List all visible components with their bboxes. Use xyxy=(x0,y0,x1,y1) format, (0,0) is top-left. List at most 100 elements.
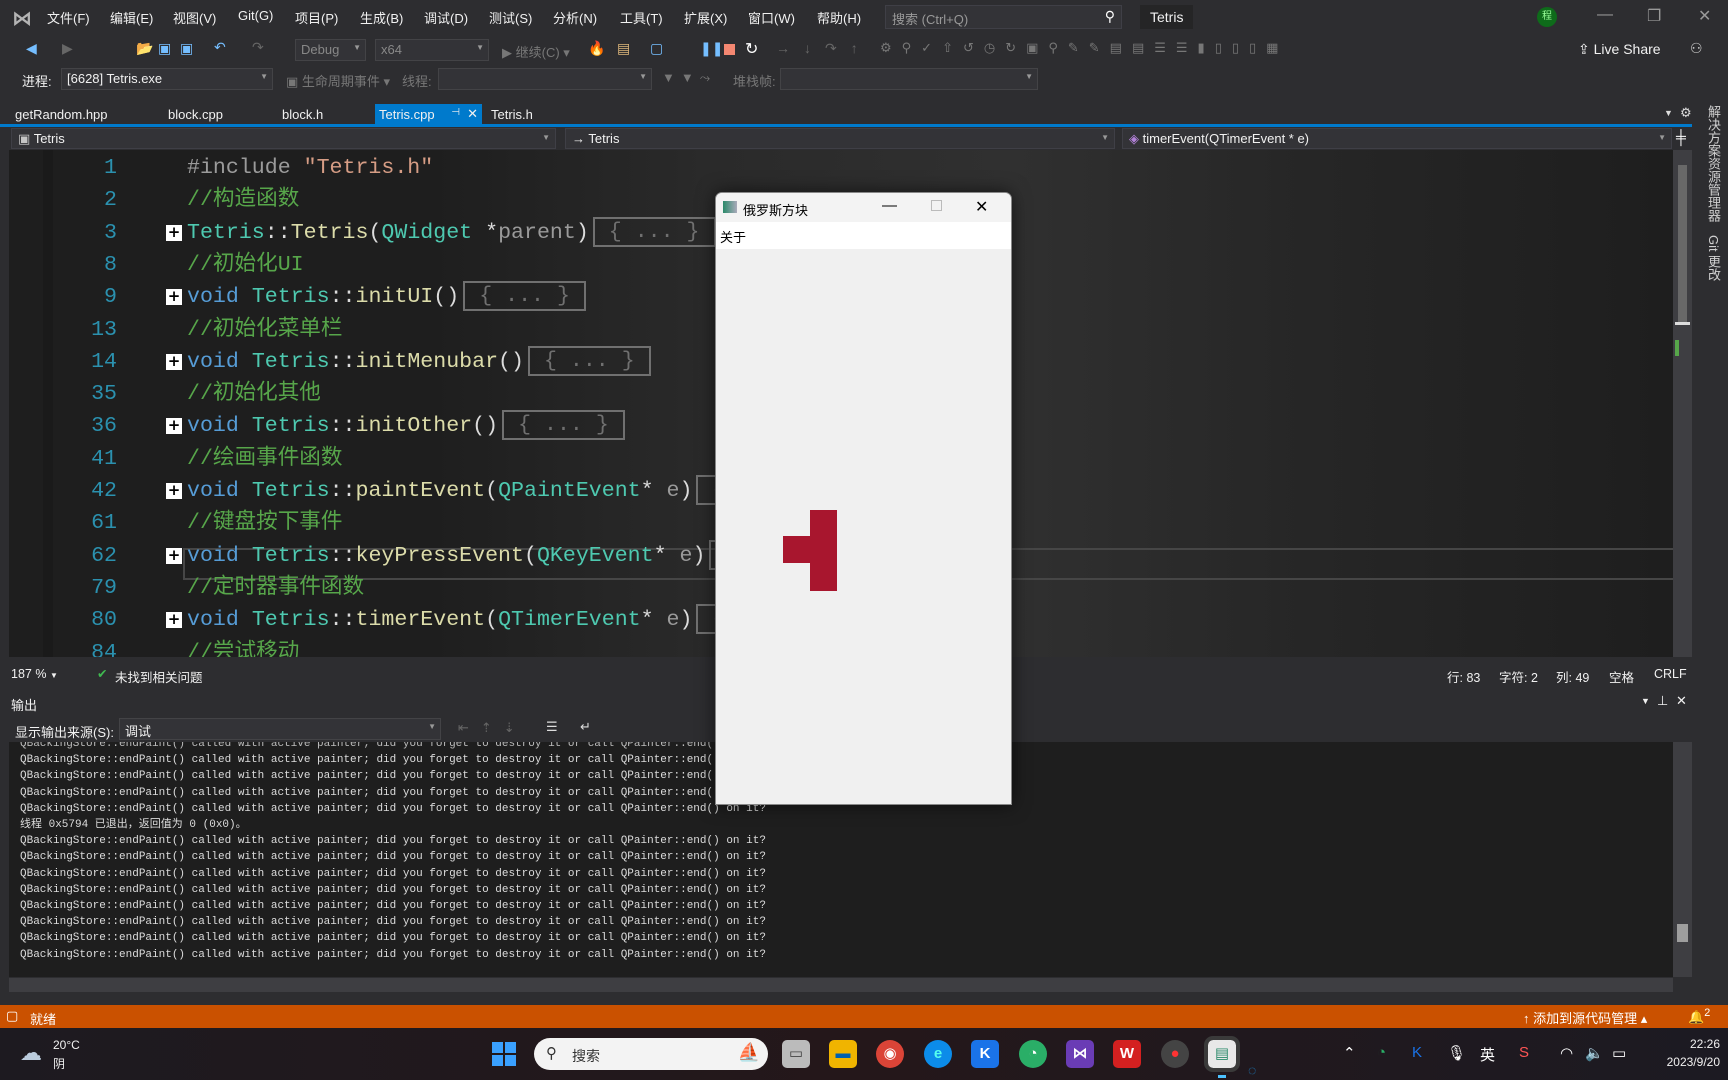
pin-icon[interactable]: ⊥ xyxy=(1657,693,1668,709)
tetris-maximize-button[interactable] xyxy=(931,200,942,211)
task-view-icon[interactable]: ▭ xyxy=(782,1040,810,1068)
output-scroll-thumb[interactable] xyxy=(1677,924,1688,942)
tab-0[interactable]: getRandom.hpp xyxy=(13,104,110,125)
platform-select[interactable]: x64 ▼ xyxy=(375,39,489,61)
tetris-title-bar[interactable]: 俄罗斯方块 — ✕ xyxy=(716,193,1011,222)
battery-icon[interactable]: ▭ xyxy=(1612,1044,1626,1062)
recorder-icon[interactable]: ● xyxy=(1161,1040,1189,1068)
process-select[interactable]: [6628] Tetris.exe ▼ xyxy=(61,68,273,90)
menu-about[interactable]: 关于 xyxy=(720,227,746,246)
editor-scroll-thumb[interactable] xyxy=(1678,165,1687,325)
tab-3[interactable]: Tetris.cpp ⊣ ✕ xyxy=(375,104,482,125)
wifi-icon[interactable]: ◠ xyxy=(1560,1044,1573,1062)
git-changes-tab[interactable]: Git 更改 xyxy=(1704,235,1723,281)
menu-item[interactable]: 帮助(H) xyxy=(817,8,861,27)
wechat-icon[interactable]: ◔ xyxy=(1019,1040,1047,1068)
class-select[interactable]: → Tetris ▼ xyxy=(565,128,1115,149)
back-icon[interactable]: ◀ xyxy=(26,40,37,57)
split-editor-icon[interactable]: ╪ xyxy=(1676,129,1686,145)
expand-icon[interactable]: + xyxy=(166,483,182,499)
issues-status[interactable]: 未找到相关问题 xyxy=(115,667,203,686)
output-horizontal-scrollbar[interactable] xyxy=(9,978,1673,992)
menu-item[interactable]: 编辑(E) xyxy=(110,8,153,27)
menu-item[interactable]: Git(G) xyxy=(238,8,273,23)
stackframe-select[interactable]: ▼ xyxy=(780,68,1038,90)
project-scope-select[interactable]: ▣ Tetris ▼ xyxy=(11,128,556,149)
menu-item[interactable]: 工具(T) xyxy=(620,8,663,27)
hot-reload-icon[interactable]: 🔥 xyxy=(588,40,605,57)
minimize-button[interactable]: — xyxy=(1597,6,1613,24)
menu-item[interactable]: 窗口(W) xyxy=(748,8,795,27)
avatar[interactable]: 程 xyxy=(1537,7,1557,27)
char-indicator[interactable]: 字符: 2 xyxy=(1499,667,1538,686)
tab-2[interactable]: block.h xyxy=(280,104,325,125)
wps-icon[interactable]: W xyxy=(1113,1040,1141,1068)
menu-item[interactable]: 分析(N) xyxy=(553,8,597,27)
panel-close-icon[interactable]: ✕ xyxy=(1676,693,1687,709)
live-share-button[interactable]: ⇪ Live Share xyxy=(1578,41,1661,58)
pin-tab-icon[interactable]: ⊣ xyxy=(451,107,460,118)
code-line[interactable]: 1 #include "Tetris.h" xyxy=(9,152,1673,184)
lifecycle-events-button[interactable]: ▣ 生命周期事件 ▾ xyxy=(286,71,390,90)
notifications-icon[interactable]: 🔔2 xyxy=(1688,1007,1710,1025)
volume-icon[interactable]: 🔈 xyxy=(1585,1044,1604,1062)
clock-time[interactable]: 22:26 xyxy=(1674,1037,1720,1051)
taskbar-search[interactable]: ⚲ 搜索 ⛵ xyxy=(534,1038,768,1070)
restore-button[interactable]: ❐ xyxy=(1647,6,1661,26)
menu-item[interactable]: 调试(D) xyxy=(424,8,468,27)
ime-indicator[interactable]: 英 xyxy=(1480,1044,1495,1065)
continue-button[interactable]: ▶ 继续(C) ▾ xyxy=(502,42,570,61)
weather-temp[interactable]: 20°C xyxy=(53,1038,80,1052)
save-icon[interactable]: ▣ xyxy=(158,40,171,57)
config-select[interactable]: Debug ▼ xyxy=(295,39,366,61)
collapsed-block[interactable]: { ... } xyxy=(527,345,651,376)
close-button[interactable]: ✕ xyxy=(1698,6,1711,26)
collapsed-block[interactable]: { ... } xyxy=(463,281,586,312)
panel-dropdown-icon[interactable]: ▼ xyxy=(1641,696,1650,706)
clock-date[interactable]: 2023/9/20 xyxy=(1648,1055,1720,1069)
tetris-app-icon[interactable]: ▤ xyxy=(1204,1036,1240,1072)
save-all-icon[interactable]: ▣ xyxy=(180,40,193,57)
start-icon[interactable] xyxy=(492,1042,516,1066)
redo-icon[interactable]: ↷ xyxy=(252,39,264,56)
col-indicator[interactable]: 列: 49 xyxy=(1556,667,1589,686)
tray-wechat-icon[interactable]: ◔ xyxy=(1377,1044,1386,1061)
visual-studio-icon[interactable]: ⋈ xyxy=(1066,1040,1094,1068)
find-icon[interactable]: ▤ xyxy=(617,40,630,57)
microphone-icon[interactable]: 🎙 xyxy=(1447,1044,1466,1062)
k-app-icon[interactable]: K xyxy=(971,1040,999,1068)
output-nav-icons[interactable]: ⇤⇡⇣ xyxy=(458,720,527,736)
menu-item[interactable]: 视图(V) xyxy=(173,8,216,27)
expand-icon[interactable]: + xyxy=(166,289,182,306)
line-indicator[interactable]: 行: 83 xyxy=(1447,667,1480,686)
undo-icon[interactable]: ↶ xyxy=(214,39,226,56)
stop-icon[interactable] xyxy=(724,44,735,55)
menu-item[interactable]: 扩展(X) xyxy=(684,8,727,27)
browse-icon[interactable]: ▢ xyxy=(650,40,663,57)
expand-icon[interactable]: + xyxy=(166,418,182,435)
collapsed-block[interactable]: { ... } xyxy=(502,410,625,441)
add-to-source-control-button[interactable]: ↑ 添加到源代码管理 ▴ xyxy=(1523,1008,1647,1027)
thread-select[interactable]: ▼ xyxy=(438,68,652,90)
zoom-level-select[interactable]: 187 % ▼ xyxy=(11,667,58,681)
debug-tools-icons[interactable]: ⚙⚲✓⇧↺◷↻▣⚲✎✎▤▤☰☰▮▯▯▯▦ xyxy=(880,40,1288,56)
edge-icon[interactable]: e xyxy=(924,1040,952,1068)
chrome-icon[interactable]: ◉ xyxy=(876,1040,904,1068)
menu-item[interactable]: 项目(P) xyxy=(295,8,338,27)
menu-item[interactable]: 生成(B) xyxy=(360,8,403,27)
word-wrap-icon[interactable]: ↵ xyxy=(580,719,591,735)
expand-icon[interactable]: + xyxy=(166,612,182,629)
weather-desc[interactable]: 阴 xyxy=(53,1055,65,1072)
indent-indicator[interactable]: 空格 xyxy=(1609,667,1634,686)
restart-icon[interactable]: ↻ xyxy=(745,39,758,59)
collapsed-block[interactable]: { ... } xyxy=(592,216,716,247)
file-explorer-icon[interactable]: ▬ xyxy=(829,1040,857,1068)
sogou-icon[interactable]: S xyxy=(1519,1044,1529,1061)
menu-item[interactable]: 文件(F) xyxy=(47,8,90,27)
output-vertical-scrollbar[interactable] xyxy=(1673,742,1692,977)
menu-item[interactable]: 测试(S) xyxy=(489,8,532,27)
open-folder-icon[interactable]: 📂 xyxy=(136,40,153,57)
output-source-select[interactable]: 调试 ▼ xyxy=(119,718,441,740)
forward-icon[interactable]: ▶ xyxy=(62,40,73,57)
tab-1[interactable]: block.cpp xyxy=(166,104,225,125)
